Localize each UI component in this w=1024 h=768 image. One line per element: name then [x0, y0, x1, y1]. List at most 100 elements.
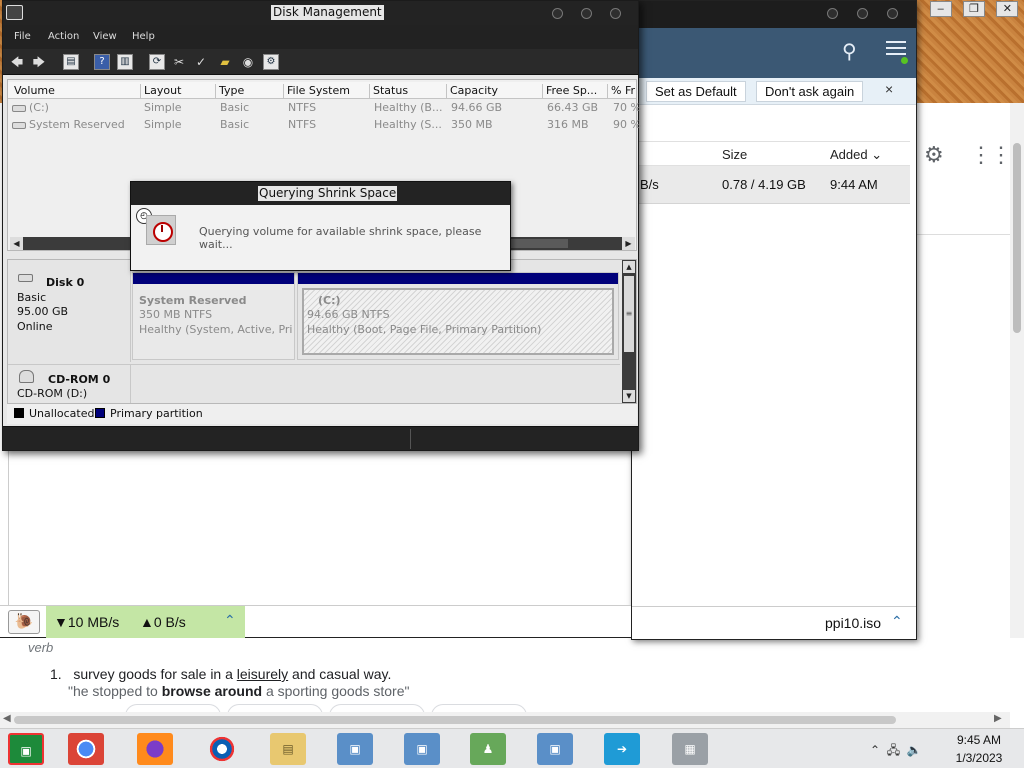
minimize-button[interactable] — [827, 8, 838, 19]
column-added[interactable]: Added ⌄ — [830, 147, 882, 163]
download-row[interactable]: B/s 0.78 / 4.19 GB 9:44 AM — [632, 166, 910, 204]
remote-app-icon[interactable]: ➔ — [604, 733, 640, 765]
legend: Unallocated Primary partition — [7, 404, 637, 424]
minimize-button[interactable] — [552, 8, 563, 19]
close-button[interactable]: ✕ — [996, 1, 1019, 17]
hard-disk-icon — [18, 274, 33, 282]
volume-row-c[interactable]: (C:) Simple Basic NTFS Healthy (B... 94.… — [8, 100, 641, 117]
disk-state: Online — [17, 320, 53, 333]
scroll-right-arrow[interactable]: ▶ — [994, 713, 1002, 724]
disk-tool-icon[interactable]: ▦ — [672, 733, 708, 765]
partition-status: Healthy (Boot, Page File, Primary Partit… — [307, 323, 542, 336]
menu-view[interactable]: View — [93, 31, 117, 42]
console-tree-icon[interactable]: ▤ — [63, 54, 79, 70]
cdrom-row[interactable]: CD-ROM 0 CD-ROM (D:) — [8, 364, 620, 403]
refresh-icon[interactable]: ⟳ — [149, 54, 165, 70]
column-size[interactable]: Size — [722, 147, 747, 162]
menu-help[interactable]: Help — [132, 31, 155, 42]
definition-link[interactable]: leisurely — [237, 666, 288, 682]
gear-icon[interactable]: ⚙ — [924, 142, 944, 168]
turtle-icon[interactable]: 🐌 — [8, 610, 40, 634]
column-file-system[interactable]: File System — [284, 84, 370, 99]
transfer-speed-box: ▼10 MB/s ▲0 B/s ⌃ — [46, 606, 245, 638]
cdrom-info[interactable]: CD-ROM 0 CD-ROM (D:) — [8, 365, 131, 403]
scroll-left-arrow[interactable]: ◀ — [3, 713, 11, 724]
scroll-left-arrow[interactable]: ◀ — [10, 237, 23, 250]
help-icon[interactable]: ? — [94, 54, 110, 70]
back-arrow-icon[interactable]: 🡄 — [9, 54, 25, 70]
column-layout[interactable]: Layout — [141, 84, 216, 99]
disk-0-info[interactable]: Disk 0 Basic 95.00 GB Online — [8, 260, 131, 362]
browser-horizontal-scrollbar[interactable]: ◀ ▶ — [0, 712, 1010, 728]
system-tray-icons[interactable]: ⌃ 🖧 🔈 — [870, 741, 922, 762]
file-explorer-icon[interactable]: ▤ — [270, 733, 306, 765]
scrollbar-thumb[interactable]: ≡ — [624, 276, 634, 352]
installer-icon[interactable]: ▣ — [337, 733, 373, 765]
hamburger-menu-icon[interactable] — [886, 41, 906, 55]
column-status[interactable]: Status — [370, 84, 447, 99]
dialog-message: Querying volume for available shrink spa… — [199, 225, 482, 251]
volume-name: (C:) — [29, 101, 49, 114]
scroll-down-arrow[interactable]: ▼ — [623, 390, 635, 402]
search-icon[interactable]: ⚲ — [842, 39, 857, 64]
column-free-space[interactable]: Free Sp... — [543, 84, 608, 99]
volume-free: 66.43 GB — [547, 101, 599, 114]
column-percent-free[interactable]: % Fr — [608, 84, 638, 99]
folder-icon[interactable]: ▰ — [217, 54, 233, 70]
forward-arrow-icon[interactable]: 🡆 — [31, 54, 47, 70]
browser-vertical-scrollbar[interactable] — [1010, 103, 1024, 728]
menu-file[interactable]: File — [14, 31, 31, 42]
column-type[interactable]: Type — [216, 84, 284, 99]
example-bold: browse around — [161, 683, 263, 699]
maximize-button[interactable] — [857, 8, 868, 19]
partition-c[interactable]: (C:) 94.66 GB NTFS Healthy (Boot, Page F… — [297, 272, 619, 360]
column-capacity[interactable]: Capacity — [447, 84, 543, 99]
taskbar-app-icon[interactable]: ▣ — [8, 733, 44, 765]
close-icon[interactable]: × — [885, 81, 893, 97]
disk-name: Disk 0 — [46, 276, 85, 289]
partition-system-reserved[interactable]: System Reserved 350 MB NTFS Healthy (Sys… — [132, 272, 295, 360]
column-volume[interactable]: Volume — [11, 84, 141, 99]
installer-icon[interactable]: ▣ — [404, 733, 440, 765]
set-as-default-button[interactable]: Set as Default — [646, 81, 746, 102]
delete-icon[interactable]: ✂ — [171, 54, 187, 70]
dont-ask-again-button[interactable]: Don't ask again — [756, 81, 864, 102]
close-button[interactable] — [610, 8, 621, 19]
check-icon[interactable]: ✓ — [193, 54, 209, 70]
maximize-button[interactable]: ❐ — [962, 1, 985, 17]
properties-icon[interactable]: ▥ — [117, 54, 133, 70]
volume-fs: NTFS — [288, 118, 317, 131]
download-speed-label: ▼10 MB/s — [54, 614, 120, 630]
scroll-right-arrow[interactable]: ▶ — [622, 237, 635, 250]
unallocated-swatch — [14, 408, 24, 418]
drive-icon — [12, 121, 26, 129]
installer-icon[interactable]: ▣ — [537, 733, 573, 765]
search-disk-icon[interactable]: ◉ — [240, 54, 256, 70]
scrollbar-thumb[interactable] — [14, 716, 896, 724]
close-button[interactable] — [887, 8, 898, 19]
scroll-up-arrow[interactable]: ▲ — [623, 261, 635, 273]
disk-size: 95.00 GB — [17, 305, 69, 318]
browser-app-icon[interactable] — [204, 733, 240, 765]
volume-row-system-reserved[interactable]: System Reserved Simple Basic NTFS Health… — [8, 117, 641, 134]
maximize-button[interactable] — [581, 8, 592, 19]
minimize-button[interactable]: – — [929, 1, 952, 17]
clock-time[interactable]: 9:45 AM — [948, 733, 1010, 747]
chevron-up-icon[interactable]: ⌃ — [224, 612, 236, 629]
clock-date[interactable]: 1/3/2023 — [948, 751, 1010, 765]
volume-type: Basic — [220, 118, 250, 131]
chrome-icon[interactable] — [68, 733, 104, 765]
scrollbar-thumb[interactable] — [1013, 143, 1021, 333]
example-pre: "he stopped to — [68, 683, 162, 699]
primary-partition-swatch — [95, 408, 105, 418]
settings-icon[interactable]: ⚙ — [263, 54, 279, 70]
dialog-titlebar[interactable]: Querying Shrink Space — [131, 182, 510, 205]
network-users-icon[interactable]: ♟ — [470, 733, 506, 765]
disk-map-vertical-scrollbar[interactable]: ▲ ≡ ▼ — [622, 260, 636, 403]
example-post: a sporting goods store" — [262, 683, 410, 699]
firefox-icon[interactable] — [137, 733, 173, 765]
disk-map: Disk 0 Basic 95.00 GB Online System Rese… — [7, 259, 637, 404]
menu-action[interactable]: Action — [48, 31, 79, 42]
chevron-up-icon[interactable]: ⌃ — [891, 613, 903, 630]
volume-name: System Reserved — [29, 118, 125, 131]
